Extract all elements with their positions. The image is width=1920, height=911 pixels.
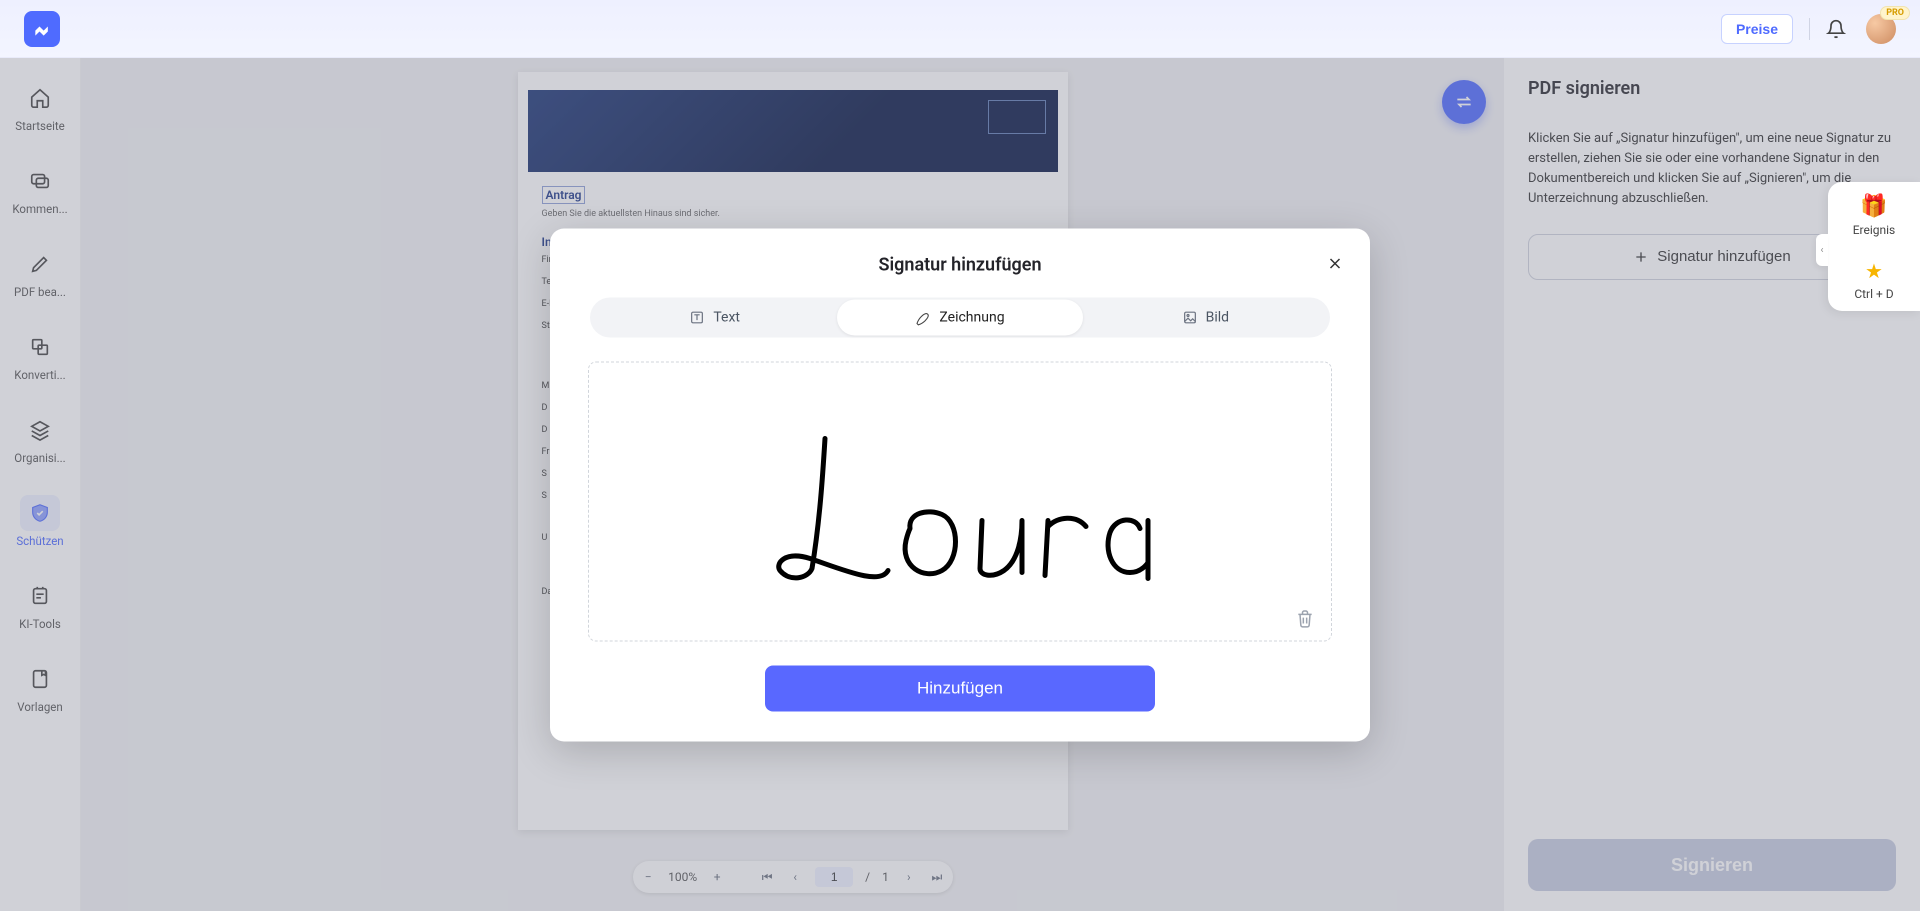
bookmark-label: Ctrl + D xyxy=(1854,287,1893,301)
pen-icon xyxy=(915,309,931,325)
tab-label: Text xyxy=(713,309,740,325)
signature-type-tabs: Text Zeichnung Bild xyxy=(590,297,1330,337)
trash-icon[interactable] xyxy=(1295,608,1315,628)
logo-icon xyxy=(32,19,52,39)
tab-label: Zeichnung xyxy=(939,309,1004,325)
star-icon: ★ xyxy=(1865,259,1883,283)
add-signature-dialog: Signatur hinzufügen Text Zeichnung Bild … xyxy=(550,228,1370,741)
text-icon xyxy=(689,309,705,325)
drawn-signature xyxy=(760,420,1160,600)
top-bar: Preise PRO xyxy=(0,0,1920,58)
image-icon xyxy=(1182,309,1198,325)
tab-label: Bild xyxy=(1206,309,1229,325)
close-icon[interactable] xyxy=(1326,254,1344,272)
signature-canvas[interactable] xyxy=(588,361,1332,641)
gift-icon: 🎁 xyxy=(1860,194,1887,219)
user-avatar[interactable]: PRO xyxy=(1866,14,1896,44)
tab-drawing[interactable]: Zeichnung xyxy=(837,299,1082,335)
promo-side-panel: ‹ 🎁 Ereignis ★ Ctrl + D xyxy=(1828,182,1920,311)
tab-text[interactable]: Text xyxy=(592,299,837,335)
bookmark-promo[interactable]: ★ Ctrl + D xyxy=(1828,247,1920,311)
dialog-add-button[interactable]: Hinzufügen xyxy=(765,665,1155,711)
dialog-title: Signatur hinzufügen xyxy=(580,254,1340,275)
notifications-icon[interactable] xyxy=(1826,19,1846,39)
tab-image[interactable]: Bild xyxy=(1083,299,1328,335)
topbar-divider xyxy=(1809,18,1810,40)
event-label: Ereignis xyxy=(1853,223,1896,237)
app-logo[interactable] xyxy=(24,11,60,47)
pricing-button[interactable]: Preise xyxy=(1721,14,1793,44)
expand-handle[interactable]: ‹ xyxy=(1816,234,1828,266)
event-promo[interactable]: 🎁 Ereignis xyxy=(1828,182,1920,247)
pro-badge: PRO xyxy=(1880,6,1910,20)
